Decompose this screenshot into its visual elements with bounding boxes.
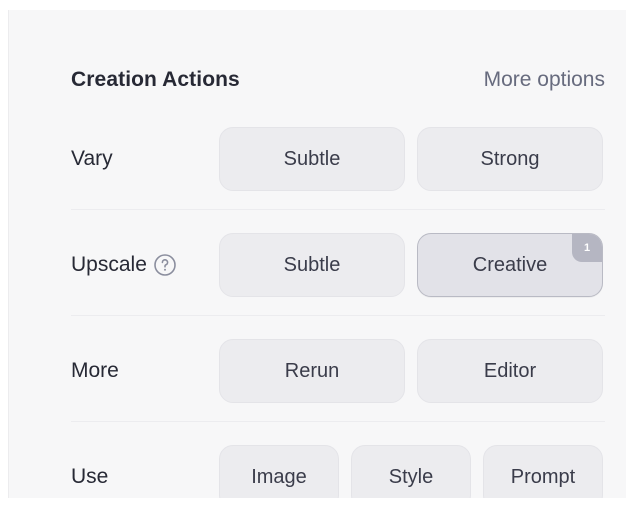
- upscale-buttons: Subtle Creative 1: [219, 233, 605, 297]
- more-label: More: [71, 359, 219, 383]
- row-divider: [71, 315, 605, 316]
- upscale-label: Upscale: [71, 253, 219, 277]
- more-row: More Rerun Editor: [71, 338, 605, 404]
- more-label-text: More: [71, 359, 119, 382]
- row-divider: [71, 209, 605, 210]
- upscale-subtle-button[interactable]: Subtle: [219, 233, 405, 297]
- more-buttons: Rerun Editor: [219, 339, 605, 403]
- creation-actions-panel: Creation Actions More options Vary Subtl…: [8, 10, 626, 498]
- vary-label-text: Vary: [71, 147, 113, 170]
- use-label-text: Use: [71, 465, 109, 488]
- more-options-link[interactable]: More options: [484, 68, 605, 92]
- upscale-label-text: Upscale: [71, 253, 147, 276]
- use-row: Use Image Style Prompt: [71, 444, 605, 498]
- upscale-row: Upscale Subtle Creative 1: [71, 232, 605, 298]
- panel-header: Creation Actions More options: [71, 60, 605, 100]
- use-label: Use: [71, 465, 219, 489]
- question-circle-icon[interactable]: [153, 253, 177, 277]
- rerun-button[interactable]: Rerun: [219, 339, 405, 403]
- use-style-button[interactable]: Style: [351, 445, 471, 498]
- panel-title: Creation Actions: [71, 68, 240, 91]
- vary-label: Vary: [71, 147, 219, 171]
- vary-buttons: Subtle Strong: [219, 127, 605, 191]
- use-image-button[interactable]: Image: [219, 445, 339, 498]
- use-prompt-button[interactable]: Prompt: [483, 445, 603, 498]
- creative-count-badge: 1: [572, 234, 602, 262]
- use-buttons: Image Style Prompt: [219, 445, 605, 498]
- vary-subtle-button[interactable]: Subtle: [219, 127, 405, 191]
- vary-strong-button[interactable]: Strong: [417, 127, 603, 191]
- row-divider: [71, 421, 605, 422]
- upscale-creative-button[interactable]: Creative 1: [417, 233, 603, 297]
- upscale-creative-label: Creative: [472, 253, 548, 276]
- editor-button[interactable]: Editor: [417, 339, 603, 403]
- vary-row: Vary Subtle Strong: [71, 126, 605, 192]
